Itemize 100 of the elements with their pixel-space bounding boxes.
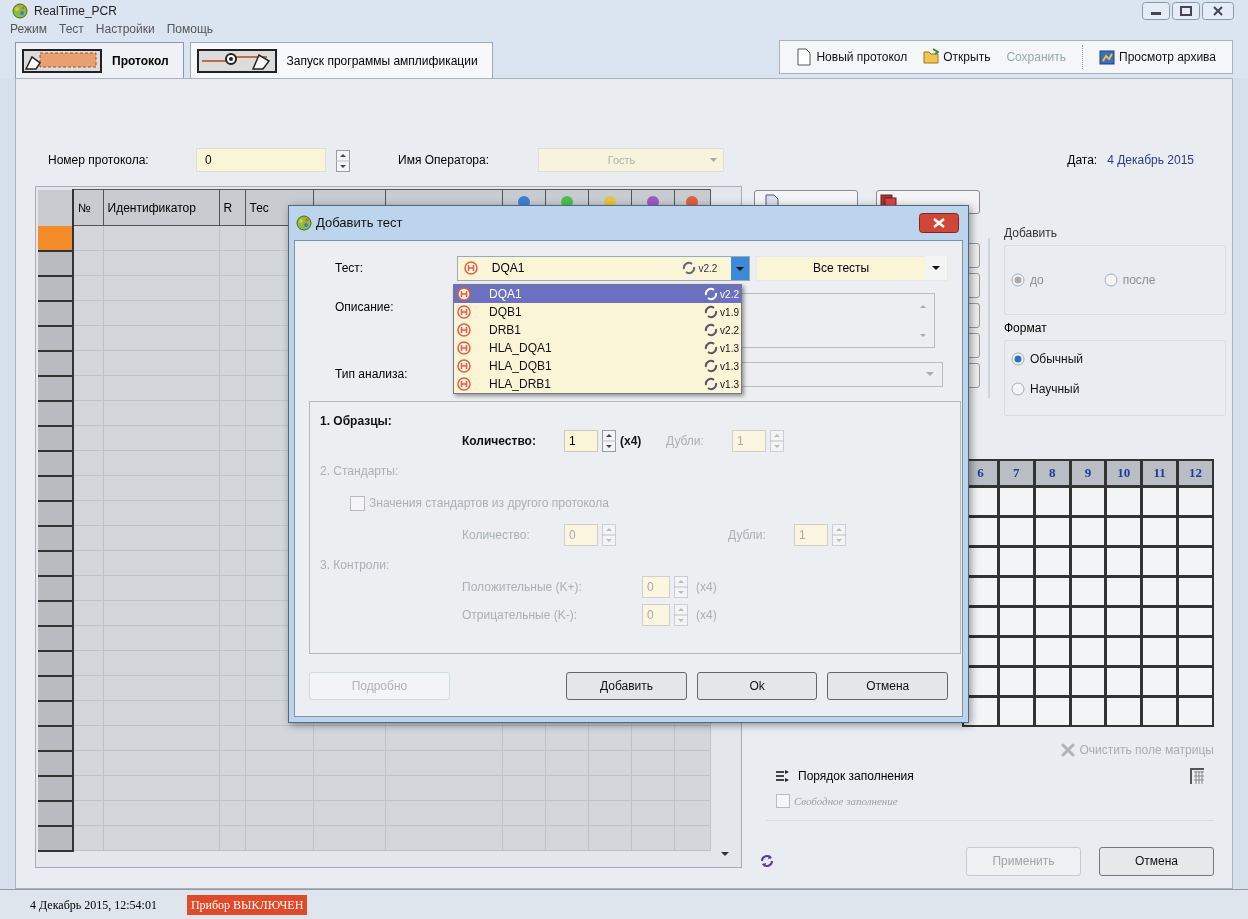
plate-well[interactable] (1071, 608, 1105, 635)
radio-option[interactable]: Научный (1011, 381, 1225, 397)
plate-well[interactable] (1035, 518, 1069, 545)
menu-item[interactable]: Режим (10, 22, 47, 36)
plate-well[interactable] (1071, 488, 1105, 515)
menu-item[interactable]: Настройки (95, 22, 155, 36)
plate-well[interactable] (1143, 518, 1177, 545)
tab[interactable]: Запуск программы амплификации (189, 42, 493, 78)
row-header[interactable] (38, 400, 73, 426)
menu-item[interactable]: Помощь (166, 22, 214, 36)
plate-well[interactable] (999, 668, 1033, 695)
dialog-button[interactable]: Добавить (566, 672, 687, 700)
plate-well[interactable] (1035, 488, 1069, 515)
plate-well[interactable] (999, 488, 1033, 515)
row-header[interactable] (38, 475, 73, 501)
row-header[interactable] (38, 775, 73, 801)
menu-item[interactable]: Тест (59, 22, 84, 36)
plate-well[interactable] (1071, 518, 1105, 545)
test-list-item[interactable]: HLA_DQA1 v1.3 (454, 339, 741, 357)
toolbar-button[interactable]: Открыть (917, 44, 997, 70)
row-header[interactable] (38, 550, 73, 576)
plate-well[interactable] (1107, 698, 1141, 725)
minimize-icon[interactable] (1142, 2, 1170, 20)
row-header[interactable] (38, 675, 73, 701)
row-header[interactable] (38, 800, 73, 826)
toolbar-button[interactable]: Новый протокол (790, 44, 914, 70)
row-header[interactable] (38, 250, 73, 276)
maximize-icon[interactable] (1172, 2, 1200, 20)
spinner-arrows-icon[interactable] (336, 150, 350, 172)
dialog-button[interactable]: Ok (696, 672, 818, 700)
tab[interactable]: Протокол (15, 42, 184, 78)
radio-option[interactable]: Обычный (1011, 351, 1225, 367)
test-list-item[interactable]: HLA_DQB1 v1.3 (454, 357, 741, 375)
row-header[interactable] (38, 575, 73, 601)
plate-well[interactable] (1107, 488, 1141, 515)
plate-well[interactable] (1143, 638, 1177, 665)
row-header[interactable] (38, 275, 73, 301)
plate-well[interactable] (999, 698, 1033, 725)
column-header[interactable]: № (73, 189, 103, 226)
row-header[interactable] (38, 425, 73, 451)
column-header[interactable]: Идентификатор (103, 189, 219, 226)
plate-well[interactable] (999, 608, 1033, 635)
test-list-item[interactable]: DRB1 v2.2 (454, 321, 741, 339)
grid-icon[interactable] (1190, 768, 1204, 784)
test-list-item[interactable]: DQB1 v1.9 (454, 303, 741, 321)
column-header[interactable]: R (219, 189, 245, 226)
dialog-button[interactable]: Отмена (827, 672, 948, 700)
plate-well[interactable] (1107, 518, 1141, 545)
row-header[interactable] (38, 225, 73, 251)
close-icon[interactable] (919, 213, 959, 233)
row-header[interactable] (38, 525, 73, 551)
plate-well[interactable] (1035, 578, 1069, 605)
row-header[interactable] (38, 650, 73, 676)
plate-well[interactable] (1143, 548, 1177, 575)
fill-order-button[interactable]: Порядок заполнения (776, 767, 914, 785)
plate-well[interactable] (1035, 638, 1069, 665)
plate-well[interactable] (1107, 668, 1141, 695)
test-dropdown[interactable]: DQA1 v2.2 (456, 255, 751, 281)
plate-well[interactable] (1107, 608, 1141, 635)
scroll-down-arrow-icon[interactable] (719, 851, 730, 857)
plate-well[interactable] (999, 578, 1033, 605)
spinner-arrows-icon[interactable] (602, 430, 616, 452)
plate-well[interactable] (1071, 698, 1105, 725)
plate-well[interactable] (999, 548, 1033, 575)
close-icon[interactable] (1202, 2, 1234, 20)
plate-well[interactable] (1107, 548, 1141, 575)
plate-well[interactable] (1035, 668, 1069, 695)
filter-dropdown[interactable]: Все тесты (756, 255, 948, 281)
refresh-icon[interactable] (760, 854, 774, 868)
row-header[interactable] (38, 625, 73, 651)
row-header[interactable] (38, 300, 73, 326)
plate-well[interactable] (1143, 608, 1177, 635)
number-field[interactable]: 1 (564, 430, 598, 452)
plate-well[interactable] (999, 638, 1033, 665)
plate-well[interactable] (999, 518, 1033, 545)
row-header[interactable] (38, 825, 73, 851)
row-header[interactable] (38, 500, 73, 526)
test-list-item[interactable]: DQA1 v2.2 (454, 285, 741, 303)
plate-well[interactable] (1071, 578, 1105, 605)
protocol-number-field[interactable]: 0 (196, 148, 326, 172)
row-header[interactable] (38, 725, 73, 751)
plate-well[interactable] (1035, 548, 1069, 575)
toolbar-button[interactable]: Просмотр архива (1093, 44, 1222, 70)
row-header[interactable] (38, 750, 73, 776)
row-header[interactable] (38, 700, 73, 726)
row-header[interactable] (38, 600, 73, 626)
row-header[interactable] (38, 350, 73, 376)
plate-well[interactable] (1107, 638, 1141, 665)
plate-well[interactable] (1035, 698, 1069, 725)
plate-well[interactable] (1143, 698, 1177, 725)
plate-well[interactable] (1143, 668, 1177, 695)
plate-well[interactable] (1107, 578, 1141, 605)
plate-well[interactable] (1143, 578, 1177, 605)
plate-well[interactable] (1071, 668, 1105, 695)
plate-well[interactable] (1071, 548, 1105, 575)
row-header[interactable] (38, 375, 73, 401)
plate-well[interactable] (1035, 608, 1069, 635)
test-list-item[interactable]: HLA_DRB1 v1.3 (454, 375, 741, 393)
cancel-button[interactable]: Отмена (1099, 846, 1214, 876)
row-header[interactable] (38, 450, 73, 476)
